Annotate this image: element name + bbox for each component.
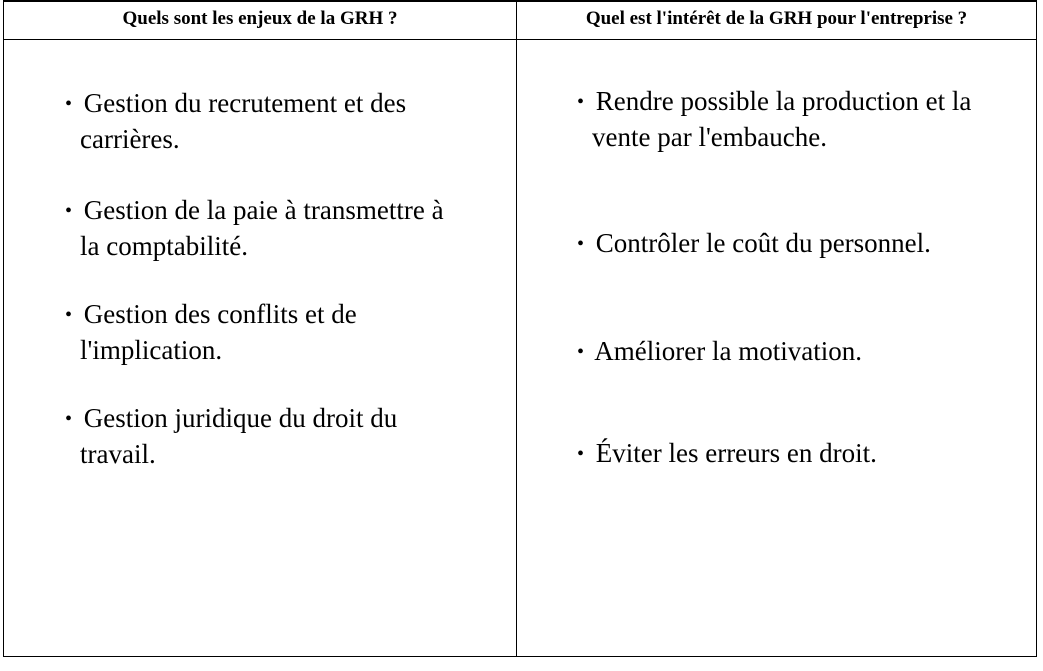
list-item: • Contrôler le coût du personnel. (577, 226, 931, 262)
bullet-icon: • (65, 93, 73, 115)
list-item: • Gestion de la paie à transmettre à la … (65, 193, 444, 264)
list-item-text: Gestion des conflits et de (83, 299, 357, 329)
list-item-text-continued: vente par l'embauche. (592, 122, 827, 152)
bullet-icon: • (577, 443, 585, 465)
list-item-text-continued: carrières. (80, 124, 180, 154)
list-item: • Gestion du recrutement et des carrière… (65, 86, 406, 157)
column-enjeux: Quels sont les enjeux de la GRH ? • Gest… (4, 0, 516, 656)
bullet-icon: • (577, 341, 585, 363)
list-item-text: Améliorer la motivation. (594, 336, 862, 366)
list-item-text-continued: la comptabilité. (80, 231, 248, 261)
list-item: • Améliorer la motivation. (577, 334, 862, 370)
list-item-text: Gestion du recrutement et des (83, 88, 407, 118)
column-interet: Quel est l'intérêt de la GRH pour l'entr… (516, 0, 1036, 656)
list-item-text: Contrôler le coût du personnel. (595, 228, 931, 258)
column-header-enjeux: Quels sont les enjeux de la GRH ? (4, 0, 516, 40)
column-header-interet: Quel est l'intérêt de la GRH pour l'entr… (517, 0, 1036, 40)
list-item-text-continued: l'implication. (80, 335, 223, 365)
list-item-text: Éviter les erreurs en droit. (595, 438, 877, 468)
list-item: • Rendre possible la production et la ve… (577, 84, 971, 155)
list-item-text: Gestion de la paie à transmettre à (83, 195, 444, 225)
list-item: • Éviter les erreurs en droit. (577, 436, 877, 472)
bullet-icon: • (65, 200, 73, 222)
list-item-text-continued: travail. (80, 439, 156, 469)
column-body-interet: • Rendre possible la production et la ve… (517, 40, 1036, 656)
column-body-enjeux: • Gestion du recrutement et des carrière… (4, 40, 516, 656)
bullet-icon: • (65, 304, 73, 326)
bullet-icon: • (65, 408, 73, 430)
list-item: • Gestion des conflits et de l'implicati… (65, 297, 357, 368)
comparison-table: Quels sont les enjeux de la GRH ? • Gest… (3, 0, 1037, 657)
list-item: • Gestion juridique du droit du travail. (65, 401, 397, 472)
bullet-icon: • (577, 233, 585, 255)
bullet-icon: • (577, 91, 585, 113)
list-item-text: Gestion juridique du droit du (83, 403, 398, 433)
list-item-text: Rendre possible la production et la (595, 86, 972, 116)
